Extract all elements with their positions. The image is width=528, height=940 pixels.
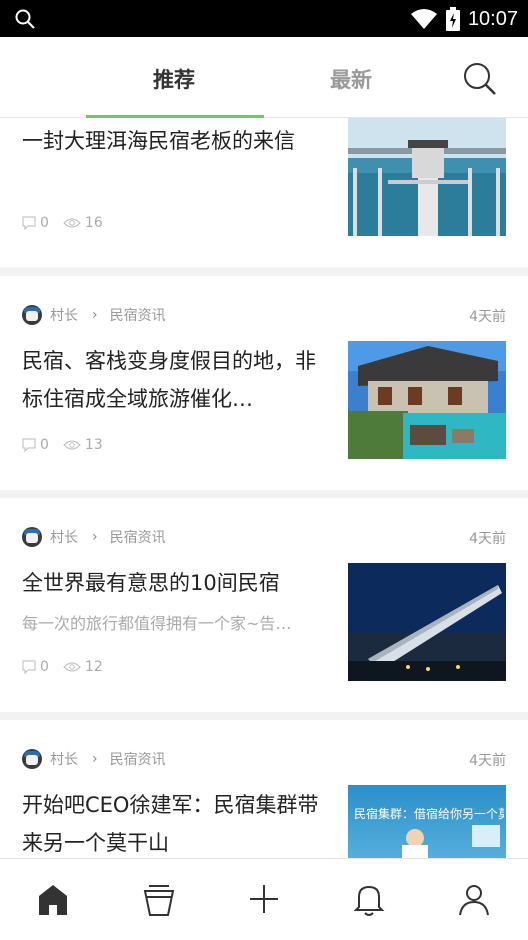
chevron-right-icon: ›	[92, 751, 98, 767]
article-summary: 每一次的旅行都值得拥有一个家~告…	[22, 614, 292, 633]
article-title: 一封大理洱海民宿老板的来信	[22, 129, 295, 153]
author-name[interactable]: 村长	[50, 749, 78, 769]
category-label[interactable]: 民宿资讯	[110, 749, 166, 769]
article-feed[interactable]: 一封大理洱海民宿老板的来信 0 16 村长 › 民宿资讯 4天前 民宿、客栈变身…	[0, 118, 528, 858]
chevron-right-icon: ›	[92, 307, 98, 323]
article-date: 4天前	[469, 531, 506, 547]
view-count: 16	[84, 215, 103, 231]
eye-icon	[63, 662, 81, 672]
article-meta: 村长 › 民宿资讯	[22, 748, 166, 770]
article-title: 民宿、客栈变身度假目的地，非标住宿成全域旅游催化…	[22, 349, 316, 411]
search-icon[interactable]	[460, 59, 498, 97]
tab-latest[interactable]: 最新	[330, 64, 372, 94]
comment-count: 0	[40, 215, 49, 231]
comment-icon	[22, 216, 36, 230]
avatar	[22, 749, 42, 769]
wifi-icon	[410, 9, 437, 29]
comment-count: 0	[40, 659, 49, 675]
view-count: 13	[84, 437, 103, 453]
article-meta: 村长 › 民宿资讯	[22, 526, 166, 548]
bell-icon[interactable]	[349, 879, 389, 919]
status-bar: 10:07	[0, 0, 528, 37]
article-date: 4天前	[469, 753, 506, 769]
cup-icon[interactable]	[139, 879, 179, 919]
article-card[interactable]: 村长 › 民宿资讯 4天前 开始吧CEO徐建军：民宿集群带来另一个莫干山 民宿集…	[0, 720, 528, 858]
view-count: 12	[84, 659, 103, 675]
article-card[interactable]: 村长 › 民宿资讯 4天前 民宿、客栈变身度假目的地，非标住宿成全域旅游催化… …	[0, 276, 528, 490]
article-stats: 0 12	[22, 658, 103, 676]
author-name[interactable]: 村长	[50, 305, 78, 325]
home-icon[interactable]	[33, 879, 73, 919]
article-card[interactable]: 一封大理洱海民宿老板的来信 0 16	[0, 118, 528, 267]
category-label[interactable]: 民宿资讯	[110, 527, 166, 547]
comment-icon	[22, 438, 36, 452]
article-thumbnail: 民宿集群：借宿给你另一个莫干山	[348, 785, 506, 858]
category-label[interactable]: 民宿资讯	[110, 305, 166, 325]
tab-recommended[interactable]: 推荐	[153, 64, 195, 94]
article-card[interactable]: 村长 › 民宿资讯 4天前 全世界最有意思的10间民宿 每一次的旅行都值得拥有一…	[0, 498, 528, 712]
eye-icon	[63, 218, 81, 228]
comment-icon	[22, 660, 36, 674]
author-name[interactable]: 村长	[50, 527, 78, 547]
article-date: 4天前	[469, 309, 506, 325]
clock: 10:07	[467, 7, 518, 30]
thumbnail-caption: 民宿集群：借宿给你另一个莫干山	[354, 807, 504, 821]
article-title: 全世界最有意思的10间民宿	[22, 571, 280, 595]
avatar	[22, 305, 42, 325]
article-meta: 村长 › 民宿资讯	[22, 304, 166, 326]
battery-icon	[445, 7, 460, 31]
article-thumbnail	[348, 563, 506, 681]
article-title: 开始吧CEO徐建军：民宿集群带来另一个莫干山	[22, 793, 319, 855]
article-thumbnail	[348, 341, 506, 459]
user-icon[interactable]	[454, 879, 494, 919]
plus-icon[interactable]	[244, 879, 284, 919]
article-stats: 0 13	[22, 436, 103, 454]
comment-count: 0	[40, 437, 49, 453]
eye-icon	[63, 440, 81, 450]
article-stats: 0 16	[22, 214, 103, 232]
search-icon	[15, 9, 35, 29]
top-tab-bar: 推荐 最新	[0, 37, 528, 118]
article-thumbnail	[348, 118, 506, 236]
bottom-navigation	[0, 858, 528, 940]
avatar	[22, 527, 42, 547]
chevron-right-icon: ›	[92, 529, 98, 545]
